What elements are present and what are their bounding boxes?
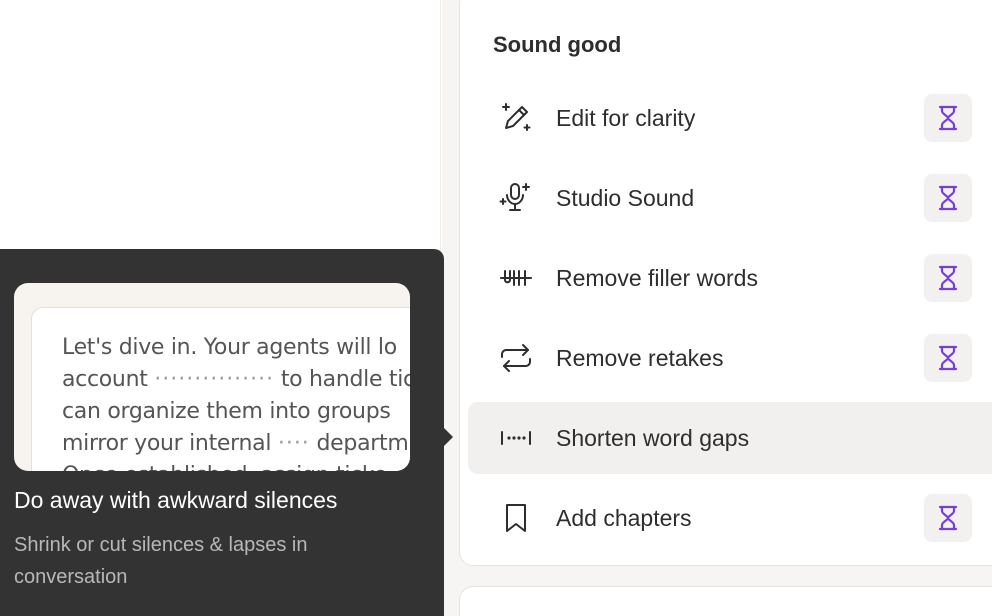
gap-dots: ··············· (154, 367, 275, 392)
strikethrough-text-icon (498, 260, 534, 296)
hourglass-icon (924, 94, 972, 142)
section-title: Sound good (493, 32, 622, 57)
hourglass-icon (924, 254, 972, 302)
preview-line: Once established, assign ticke (62, 460, 410, 471)
menu-item-shorten-word-gaps[interactable]: Shorten word gaps (468, 402, 992, 474)
preview-line: can organize them into groups (62, 396, 410, 428)
preview-text: departm (309, 431, 409, 456)
gap-dots-icon (498, 420, 534, 456)
menu-item-label: Remove filler words (556, 265, 758, 291)
tooltip-preview: Let's dive in. Your agents will lo accou… (14, 283, 410, 471)
menu-item-label: Studio Sound (556, 185, 695, 211)
repeat-arrows-icon (498, 340, 534, 376)
next-panel (459, 586, 992, 616)
preview-text: mirror your internal (62, 431, 278, 456)
menu-item-label: Add chapters (556, 505, 692, 531)
magic-pencil-icon (498, 100, 534, 136)
tooltip-arrow (443, 427, 453, 447)
menu-item-label: Shorten word gaps (556, 425, 750, 451)
bookmark-icon (498, 500, 534, 536)
preview-line: account ··············· to handle tic (62, 364, 410, 396)
hourglass-icon (924, 174, 972, 222)
menu-item-studio-sound[interactable]: Studio Sound (468, 162, 992, 234)
hourglass-icon (924, 334, 972, 382)
tooltip-title: Do away with awkward silences (14, 487, 338, 513)
preview-text: Once established, assign ticke (62, 463, 387, 471)
preview-text: can organize them into groups (62, 399, 391, 424)
feature-tooltip: Let's dive in. Your agents will lo accou… (0, 249, 444, 616)
menu-item-remove-retakes[interactable]: Remove retakes (468, 322, 992, 394)
sparkle-microphone-icon (498, 180, 534, 216)
hourglass-icon (924, 494, 972, 542)
preview-text: account (62, 367, 155, 392)
preview-text: to handle tic (274, 367, 410, 392)
tooltip-description: Shrink or cut silences & lapses in conve… (14, 534, 308, 588)
menu-item-label: Edit for clarity (556, 105, 696, 131)
preview-line: mirror your internal ···· departm (62, 428, 410, 460)
menu-item-add-chapters[interactable]: Add chapters (468, 482, 992, 554)
gap-dots: ···· (277, 431, 310, 456)
preview-text: Let's dive in. Your agents will lo (62, 335, 397, 360)
preview-document: Let's dive in. Your agents will lo accou… (31, 307, 410, 471)
menu-item-label: Remove retakes (556, 345, 724, 371)
menu-item-edit-for-clarity[interactable]: Edit for clarity (468, 82, 992, 154)
menu-item-remove-filler-words[interactable]: Remove filler words (468, 242, 992, 314)
preview-line: Let's dive in. Your agents will lo (62, 332, 410, 364)
